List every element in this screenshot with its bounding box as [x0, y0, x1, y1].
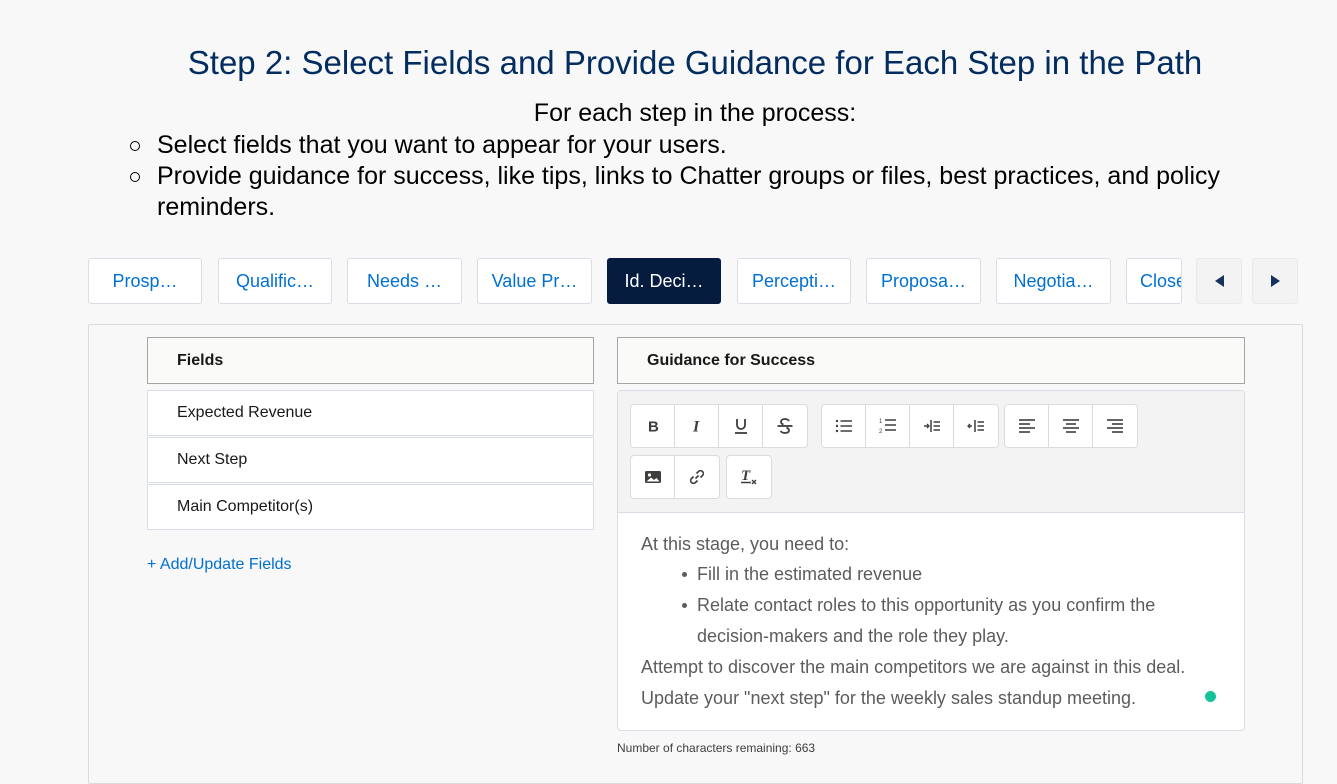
path-prev-button[interactable] [1196, 258, 1242, 304]
instruction-item: Select fields that you want to appear fo… [130, 130, 1297, 161]
fields-header: Fields [147, 337, 594, 384]
italic-button[interactable]: I [675, 405, 719, 447]
bullet-list-icon [835, 419, 852, 433]
path-tab-negotiation[interactable]: Negotia… [996, 258, 1111, 304]
strikethrough-icon [777, 418, 793, 434]
instruction-item: Provide guidance for success, like tips,… [130, 161, 1297, 223]
align-center-icon [1062, 419, 1079, 433]
circle-bullet-icon [130, 172, 140, 182]
svg-text:I: I [692, 419, 700, 435]
field-row[interactable]: Next Step [147, 437, 594, 483]
text-format-group: B I [630, 404, 808, 448]
add-update-fields-link[interactable]: + Add/Update Fields [147, 556, 292, 574]
italic-icon: I [692, 419, 700, 435]
path-next-button[interactable] [1252, 258, 1298, 304]
path-tab-value-proposition[interactable]: Value Pr… [477, 258, 592, 304]
numbered-list-icon: 12 [879, 419, 896, 435]
align-center-button[interactable] [1049, 405, 1093, 447]
numbered-list-button[interactable]: 12 [866, 405, 910, 447]
guidance-line: Attempt to discover the main competitors… [641, 657, 1186, 677]
page-title: Step 2: Select Fields and Provide Guidan… [187, 44, 1203, 81]
align-left-icon [1018, 419, 1035, 433]
insert-group [630, 455, 720, 499]
guidance-bullet-list: Fill in the estimated revenue Relate con… [641, 559, 1231, 652]
path-tab-proposal[interactable]: Proposa… [866, 258, 981, 304]
path-tab-perception-analysis[interactable]: Percepti… [737, 258, 851, 304]
alignment-group [1004, 404, 1138, 448]
indent-button[interactable] [910, 405, 954, 447]
bullet-list-button[interactable] [822, 405, 866, 447]
instruction-list: Select fields that you want to appear fo… [130, 130, 1297, 223]
path-tab-closed[interactable]: Close [1126, 258, 1182, 304]
bold-button[interactable]: B [631, 405, 675, 447]
bold-icon: B [648, 419, 659, 435]
circle-bullet-icon [130, 141, 140, 151]
clear-formatting-icon: T [741, 468, 757, 485]
guidance-rich-text-editor[interactable]: B I 12 T At this stage, you need to: Fil… [617, 390, 1245, 731]
clear-format-group: T [726, 455, 772, 499]
align-right-icon [1107, 419, 1123, 433]
editor-toolbar: B I 12 T [618, 391, 1244, 513]
grammar-checker-icon[interactable] [1205, 691, 1216, 702]
svg-text:1: 1 [879, 419, 883, 425]
align-right-button[interactable] [1093, 405, 1137, 447]
outdent-icon [967, 420, 984, 432]
triangle-right-icon [1270, 275, 1280, 287]
underline-icon [734, 419, 747, 434]
indent-icon [923, 420, 940, 432]
guidance-bullet: Relate contact roles to this opportunity… [682, 590, 1231, 652]
character-counter: Number of characters remaining: 663 [617, 741, 816, 755]
link-icon [689, 469, 705, 485]
path-tab-id-decision-makers[interactable]: Id. Deci… [607, 258, 721, 304]
guidance-line: Update your "next step" for the weekly s… [641, 688, 1137, 708]
bullet-icon [682, 572, 687, 577]
path-tab-qualification[interactable]: Qualific… [218, 258, 332, 304]
guidance-header: Guidance for Success [617, 337, 1245, 384]
svg-text:T: T [741, 468, 751, 484]
image-icon [644, 471, 661, 483]
svg-text:B: B [648, 419, 659, 435]
field-row[interactable]: Main Competitor(s) [147, 484, 594, 530]
underline-button[interactable] [719, 405, 763, 447]
guidance-intro: At this stage, you need to: [641, 534, 850, 554]
path-tab-prospecting[interactable]: Prosp… [88, 258, 202, 304]
list-format-group: 12 [821, 404, 999, 448]
insert-link-button[interactable] [675, 456, 719, 498]
clear-formatting-button[interactable]: T [727, 456, 771, 498]
bullet-icon [682, 603, 687, 608]
insert-image-button[interactable] [631, 456, 675, 498]
svg-text:2: 2 [879, 429, 883, 435]
guidance-content[interactable]: At this stage, you need to: Fill in the … [641, 534, 1231, 714]
outdent-button[interactable] [954, 405, 998, 447]
path-tab-needs-analysis[interactable]: Needs … [347, 258, 462, 304]
page-subtitle: For each step in the process: [533, 99, 857, 127]
triangle-left-icon [1214, 275, 1224, 287]
guidance-bullet: Fill in the estimated revenue [682, 559, 1231, 590]
align-left-button[interactable] [1005, 405, 1049, 447]
field-row[interactable]: Expected Revenue [147, 390, 594, 436]
strikethrough-button[interactable] [763, 405, 807, 447]
